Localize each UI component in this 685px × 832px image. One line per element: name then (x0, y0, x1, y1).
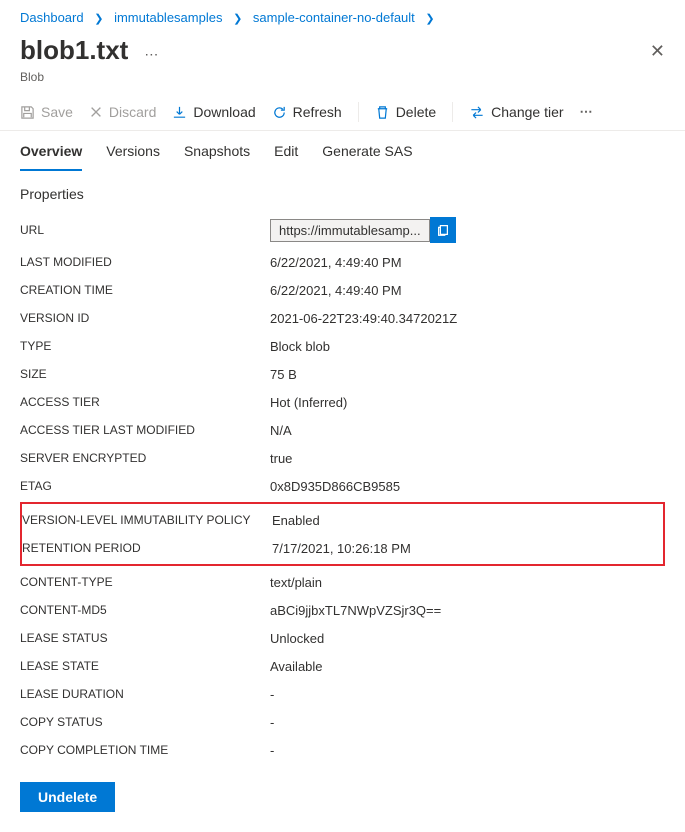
copy-icon (436, 223, 450, 237)
undelete-button[interactable]: Undelete (20, 782, 115, 812)
property-row: LAST MODIFIED 6/22/2021, 4:49:40 PM (20, 248, 665, 276)
property-row: LEASE DURATION - (20, 680, 665, 708)
property-value: 75 B (270, 367, 665, 382)
property-value: Hot (Inferred) (270, 395, 665, 410)
property-row: VERSION-LEVEL IMMUTABILITY POLICY Enable… (22, 506, 663, 534)
property-row: LEASE STATUS Unlocked (20, 624, 665, 652)
more-menu-icon[interactable]: ⋯ (144, 47, 158, 61)
property-row: SIZE 75 B (20, 360, 665, 388)
property-row: SERVER ENCRYPTED true (20, 444, 665, 472)
save-icon (20, 105, 35, 120)
property-row: COPY STATUS - (20, 708, 665, 736)
property-label: VERSION-LEVEL IMMUTABILITY POLICY (22, 513, 272, 527)
chevron-right-icon: ❯ (233, 13, 242, 25)
discard-button[interactable]: Discard (89, 104, 156, 120)
property-value: N/A (270, 423, 665, 438)
close-icon[interactable]: ✕ (650, 41, 665, 62)
chevron-right-icon: ❯ (425, 13, 434, 25)
refresh-icon (272, 105, 287, 120)
property-value: - (270, 743, 665, 758)
breadcrumb: Dashboard ❯ immutablesamples ❯ sample-co… (0, 0, 685, 31)
property-value: - (270, 715, 665, 730)
property-label: RETENTION PERIOD (22, 541, 272, 555)
property-row: CREATION TIME 6/22/2021, 4:49:40 PM (20, 276, 665, 304)
property-row-url: URL https://immutablesamp... (20, 212, 665, 248)
section-heading: Properties (20, 186, 665, 202)
tab-overview[interactable]: Overview (20, 143, 82, 171)
property-label: ACCESS TIER (20, 395, 270, 409)
property-label: ETAG (20, 479, 270, 493)
property-row: RETENTION PERIOD 7/17/2021, 10:26:18 PM (22, 534, 663, 562)
breadcrumb-link[interactable]: Dashboard (20, 10, 84, 25)
property-label: COPY COMPLETION TIME (20, 743, 270, 757)
property-label: LEASE STATE (20, 659, 270, 673)
property-row: CONTENT-TYPE text/plain (20, 568, 665, 596)
property-value: Unlocked (270, 631, 665, 646)
property-value: aBCi9jjbxTL7NWpVZSjr3Q== (270, 603, 665, 618)
property-value: 7/17/2021, 10:26:18 PM (272, 541, 663, 556)
property-label: URL (20, 223, 270, 237)
footer: Undelete (0, 764, 685, 832)
property-label: CONTENT-TYPE (20, 575, 270, 589)
property-value: true (270, 451, 665, 466)
property-value: 0x8D935D866CB9585 (270, 479, 665, 494)
resource-type-label: Blob (0, 70, 685, 94)
separator (358, 102, 359, 122)
property-value: 6/22/2021, 4:49:40 PM (270, 255, 665, 270)
tab-versions[interactable]: Versions (106, 143, 160, 171)
property-label: CONTENT-MD5 (20, 603, 270, 617)
highlight-annotation: VERSION-LEVEL IMMUTABILITY POLICY Enable… (20, 502, 665, 566)
save-button[interactable]: Save (20, 104, 73, 120)
copy-button[interactable] (430, 217, 456, 243)
refresh-button[interactable]: Refresh (272, 104, 342, 120)
property-row: ETAG 0x8D935D866CB9585 (20, 472, 665, 500)
property-label: SIZE (20, 367, 270, 381)
property-value: - (270, 687, 665, 702)
tab-generate-sas[interactable]: Generate SAS (322, 143, 412, 171)
property-label: CREATION TIME (20, 283, 270, 297)
property-table: URL https://immutablesamp... LAST MODIFI… (20, 212, 665, 764)
property-label: SERVER ENCRYPTED (20, 451, 270, 465)
separator (452, 102, 453, 122)
property-row: VERSION ID 2021-06-22T23:49:40.3472021Z (20, 304, 665, 332)
download-button[interactable]: Download (172, 104, 255, 120)
property-label: VERSION ID (20, 311, 270, 325)
property-value: 6/22/2021, 4:49:40 PM (270, 283, 665, 298)
change-tier-button[interactable]: Change tier (469, 104, 563, 120)
property-value: Enabled (272, 513, 663, 528)
property-label: COPY STATUS (20, 715, 270, 729)
chevron-right-icon: ❯ (94, 13, 103, 25)
property-row: TYPE Block blob (20, 332, 665, 360)
property-label: LEASE STATUS (20, 631, 270, 645)
trash-icon (375, 105, 390, 120)
property-row: ACCESS TIER LAST MODIFIED N/A (20, 416, 665, 444)
property-row: CONTENT-MD5 aBCi9jjbxTL7NWpVZSjr3Q== (20, 596, 665, 624)
delete-button[interactable]: Delete (375, 104, 436, 120)
property-value: 2021-06-22T23:49:40.3472021Z (270, 311, 665, 326)
url-input[interactable]: https://immutablesamp... (270, 219, 430, 242)
property-value: Available (270, 659, 665, 674)
page-title: blob1.txt (20, 35, 128, 66)
properties-section: Properties URL https://immutablesamp... … (0, 172, 685, 764)
property-value: Block blob (270, 339, 665, 354)
breadcrumb-link[interactable]: sample-container-no-default (253, 10, 415, 25)
download-icon (172, 105, 187, 120)
command-bar: Save Discard Download Refresh Delete Cha… (0, 94, 685, 131)
property-row: LEASE STATE Available (20, 652, 665, 680)
property-label: TYPE (20, 339, 270, 353)
blade-header: blob1.txt ⋯ ✕ (0, 31, 685, 70)
tab-snapshots[interactable]: Snapshots (184, 143, 250, 171)
property-label: LEASE DURATION (20, 687, 270, 701)
tab-bar: Overview Versions Snapshots Edit Generat… (0, 131, 685, 172)
x-icon (89, 105, 103, 119)
overflow-menu-icon[interactable]: ⋯ (580, 104, 595, 120)
property-label: ACCESS TIER LAST MODIFIED (20, 423, 270, 437)
tab-edit[interactable]: Edit (274, 143, 298, 171)
property-row: ACCESS TIER Hot (Inferred) (20, 388, 665, 416)
swap-icon (469, 105, 485, 120)
property-row: COPY COMPLETION TIME - (20, 736, 665, 764)
property-value: text/plain (270, 575, 665, 590)
property-label: LAST MODIFIED (20, 255, 270, 269)
breadcrumb-link[interactable]: immutablesamples (114, 10, 222, 25)
